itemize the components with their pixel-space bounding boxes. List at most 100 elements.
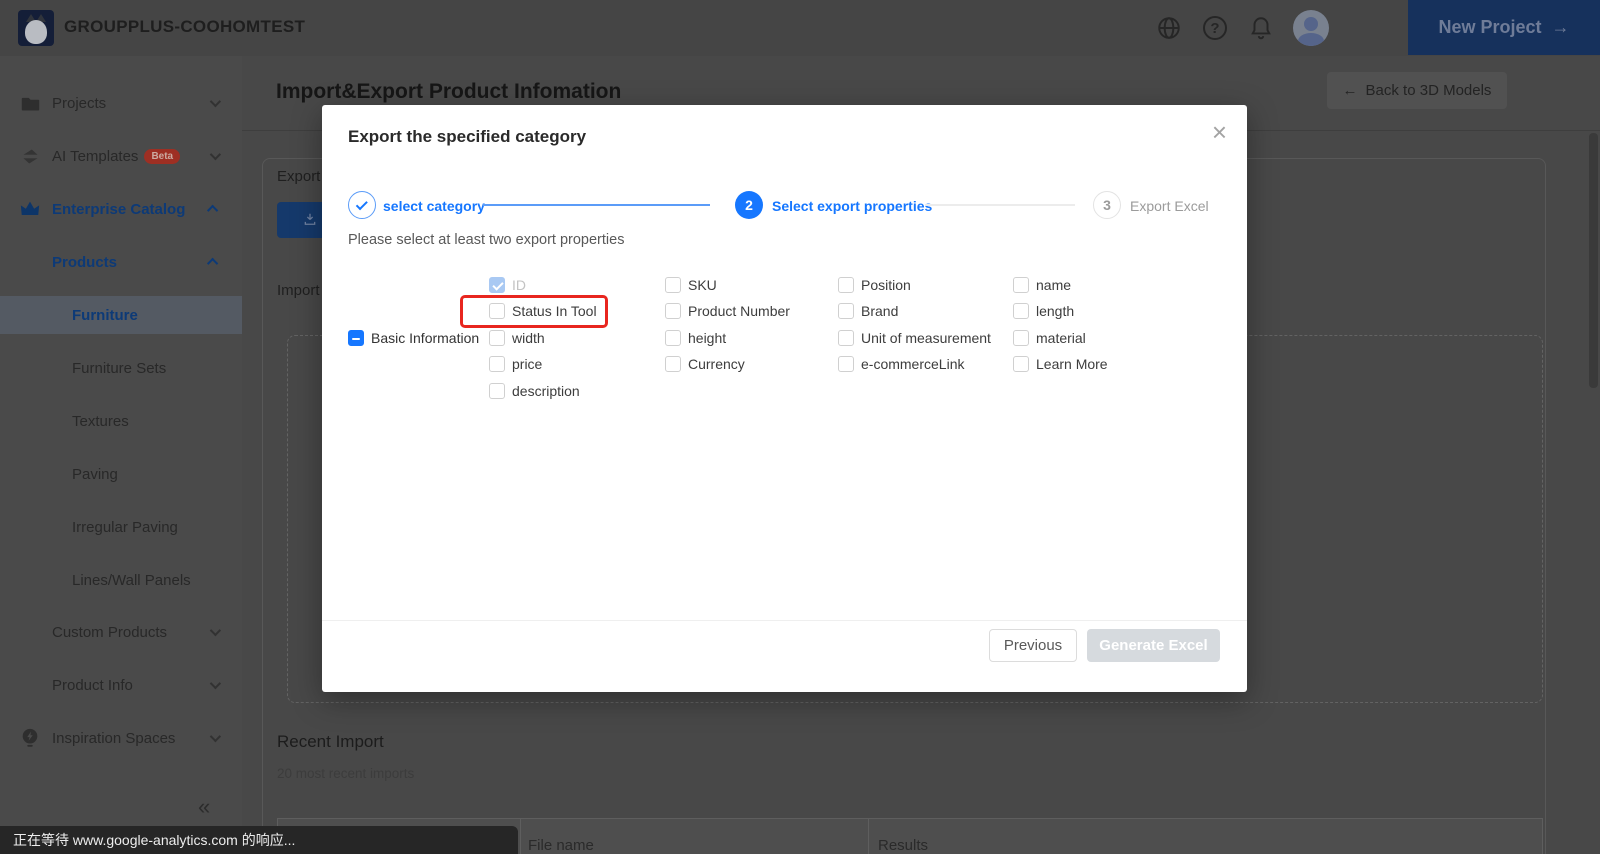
step-2-circle: 2 bbox=[735, 191, 763, 219]
arrow-left-icon: ← bbox=[1343, 82, 1358, 99]
chevron-down-icon bbox=[210, 149, 221, 160]
previous-button[interactable]: Previous bbox=[989, 629, 1077, 662]
column-header-results: Results bbox=[878, 837, 928, 854]
column-header-file-name: File name bbox=[528, 837, 594, 854]
checkbox-width[interactable]: width bbox=[489, 329, 545, 347]
checkbox-icon bbox=[665, 303, 681, 319]
beta-badge: Beta bbox=[144, 149, 180, 164]
modal-title: Export the specified category bbox=[348, 127, 586, 147]
checkbox-icon bbox=[1013, 277, 1029, 293]
chevron-down-icon bbox=[210, 678, 221, 689]
chevron-down-icon bbox=[210, 731, 221, 742]
recent-import-subtitle: 20 most recent imports bbox=[277, 766, 414, 781]
import-section-label: Import bbox=[277, 282, 320, 299]
checkbox-brand[interactable]: Brand bbox=[838, 302, 898, 320]
step-1-circle bbox=[348, 191, 376, 219]
checkbox-id: ID bbox=[489, 276, 526, 294]
export-category-modal: Export the specified category × select c… bbox=[322, 105, 1247, 692]
checkbox-icon bbox=[838, 303, 854, 319]
sidebar-item-irregular-paving[interactable]: Irregular Paving bbox=[0, 512, 242, 542]
checkbox-basic-information[interactable]: Basic Information bbox=[348, 329, 479, 347]
checkbox-icon bbox=[1013, 303, 1029, 319]
sidebar-item-paving[interactable]: Paving bbox=[0, 459, 242, 489]
checkbox-status-in-tool[interactable]: Status In Tool bbox=[489, 302, 597, 320]
step-connector-active bbox=[483, 204, 710, 206]
sidebar-item-product-info[interactable]: Product Info bbox=[0, 670, 242, 700]
sidebar: Projects AI TemplatesBeta Enterprise Cat… bbox=[0, 56, 242, 854]
checkbox-icon bbox=[838, 277, 854, 293]
sidebar-item-textures[interactable]: Textures bbox=[0, 406, 242, 436]
sidebar-collapse-button[interactable]: « bbox=[198, 794, 210, 820]
step-1-label: select category bbox=[383, 198, 485, 214]
arrow-right-icon: → bbox=[1552, 17, 1570, 38]
checkbox-icon bbox=[1013, 330, 1029, 346]
checkbox-icon bbox=[838, 356, 854, 372]
ai-templates-icon bbox=[19, 145, 41, 167]
sidebar-item-custom-products[interactable]: Custom Products bbox=[0, 617, 242, 647]
check-icon bbox=[355, 198, 367, 210]
sidebar-item-furniture[interactable]: Furniture bbox=[0, 300, 242, 330]
checkbox-name[interactable]: name bbox=[1013, 276, 1071, 294]
selection-hint: Please select at least two export proper… bbox=[348, 232, 624, 248]
screen: GROUPPLUS-COOHOMTEST ? New Project → Pro… bbox=[0, 0, 1600, 854]
checkbox-unit-of-measurement[interactable]: Unit of measurement bbox=[838, 329, 991, 347]
close-icon[interactable]: × bbox=[1212, 119, 1227, 145]
footer-divider bbox=[322, 620, 1247, 621]
checkbox-icon bbox=[489, 303, 505, 319]
export-section-label: Export bbox=[277, 168, 320, 185]
checkbox-icon bbox=[838, 330, 854, 346]
new-project-button[interactable]: New Project → bbox=[1408, 0, 1600, 55]
folder-icon bbox=[19, 92, 41, 114]
download-icon bbox=[303, 212, 317, 229]
chevron-up-icon bbox=[207, 258, 218, 269]
topbar: GROUPPLUS-COOHOMTEST ? New Project → bbox=[0, 0, 1600, 56]
browser-status-toast: 正在等待 www.google-analytics.com 的响应... bbox=[0, 826, 518, 854]
bell-icon[interactable] bbox=[1247, 14, 1275, 42]
checkbox-length[interactable]: length bbox=[1013, 302, 1074, 320]
step-3-label: Export Excel bbox=[1130, 198, 1209, 214]
help-icon[interactable]: ? bbox=[1201, 14, 1229, 42]
vertical-scrollbar[interactable] bbox=[1589, 133, 1598, 388]
avatar[interactable] bbox=[1293, 10, 1329, 46]
checkbox-icon bbox=[1013, 356, 1029, 372]
chevron-down-icon bbox=[210, 625, 221, 636]
checkbox-position[interactable]: Position bbox=[838, 276, 911, 294]
sidebar-item-ai-templates[interactable]: AI TemplatesBeta bbox=[0, 141, 242, 171]
step-2-label: Select export properties bbox=[772, 198, 932, 214]
checkbox-sku[interactable]: SKU bbox=[665, 276, 717, 294]
brand-logo[interactable] bbox=[18, 10, 54, 46]
generate-excel-button[interactable]: Generate Excel bbox=[1087, 629, 1220, 662]
checkbox-icon bbox=[665, 356, 681, 372]
checkbox-e-commercelink[interactable]: e-commerceLink bbox=[838, 355, 964, 373]
sidebar-item-projects[interactable]: Projects bbox=[0, 88, 242, 118]
sidebar-item-products[interactable]: Products bbox=[0, 247, 242, 277]
back-to-3d-models-button[interactable]: ← Back to 3D Models bbox=[1327, 72, 1507, 109]
checkbox-currency[interactable]: Currency bbox=[665, 355, 745, 373]
checkbox-icon bbox=[489, 356, 505, 372]
indeterminate-checkbox-icon bbox=[348, 330, 364, 346]
checkbox-icon bbox=[489, 383, 505, 399]
checkbox-description[interactable]: description bbox=[489, 382, 580, 400]
chevron-up-icon bbox=[207, 205, 218, 216]
checkbox-material[interactable]: material bbox=[1013, 329, 1086, 347]
brand-name: GROUPPLUS-COOHOMTEST bbox=[64, 17, 305, 37]
sidebar-item-enterprise-catalog[interactable]: Enterprise Catalog bbox=[0, 194, 242, 224]
recent-import-title: Recent Import bbox=[277, 732, 384, 752]
checkbox-icon bbox=[489, 330, 505, 346]
page-title: Import&Export Product Infomation bbox=[276, 80, 621, 104]
checkbox-icon bbox=[665, 330, 681, 346]
globe-icon[interactable] bbox=[1155, 14, 1183, 42]
crown-icon bbox=[19, 198, 41, 220]
step-connector-pending bbox=[925, 204, 1075, 206]
sidebar-item-furniture-sets[interactable]: Furniture Sets bbox=[0, 353, 242, 383]
sidebar-item-lines-wall-panels[interactable]: Lines/Wall Panels bbox=[0, 565, 242, 595]
bulb-icon bbox=[19, 727, 41, 749]
checkbox-price[interactable]: price bbox=[489, 355, 542, 373]
checked-checkbox-icon bbox=[489, 277, 505, 293]
checkbox-learn-more[interactable]: Learn More bbox=[1013, 355, 1108, 373]
checkbox-height[interactable]: height bbox=[665, 329, 726, 347]
checkbox-product-number[interactable]: Product Number bbox=[665, 302, 790, 320]
step-3-circle: 3 bbox=[1093, 191, 1121, 219]
chevron-down-icon bbox=[210, 96, 221, 107]
sidebar-item-inspiration-spaces[interactable]: Inspiration Spaces bbox=[0, 723, 242, 753]
